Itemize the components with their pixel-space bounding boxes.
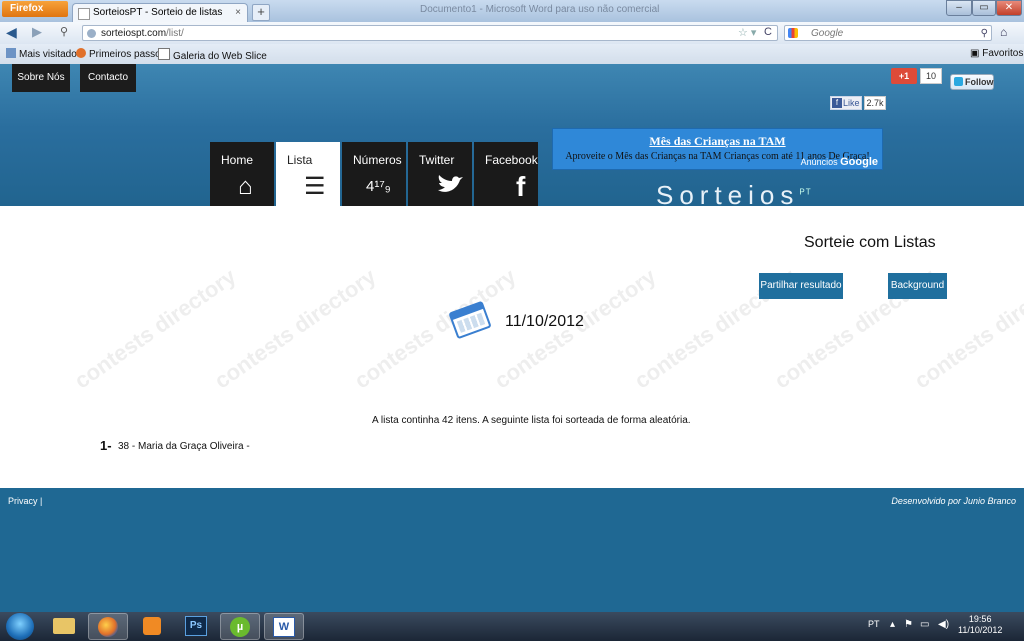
tab-lista[interactable]: Lista ☰: [276, 142, 340, 206]
search-placeholder: Google: [811, 28, 844, 39]
facebook-icon: f: [516, 171, 526, 202]
browser-tab[interactable]: SorteiosPT - Sorteio de listas ×: [72, 3, 248, 22]
twitter-icon: [954, 77, 963, 86]
maximize-button[interactable]: ▭: [972, 0, 996, 16]
back-arrow-icon[interactable]: ◀: [6, 24, 17, 41]
background-button[interactable]: Background: [888, 273, 947, 299]
facebook-like-button[interactable]: f Like: [830, 96, 862, 110]
facebook-like-count: 2.7k: [864, 96, 886, 110]
tab-title: SorteiosPT - Sorteio de listas: [93, 7, 223, 18]
bookmark-most-visited[interactable]: Mais visitados: [6, 48, 82, 60]
google-plus-count: 10: [920, 68, 942, 84]
globe-icon: [87, 29, 96, 38]
tab-close-icon[interactable]: ×: [235, 4, 241, 22]
system-clock[interactable]: 19:56 11/10/2012: [958, 614, 1002, 636]
home-icon: ⌂: [238, 173, 253, 200]
list-icon: ☰: [304, 173, 326, 200]
site-footer: [0, 488, 1024, 612]
search-icon[interactable]: ⚲: [981, 26, 988, 42]
site-identity-icon[interactable]: ⚲: [60, 25, 68, 38]
draw-date: 11/10/2012: [505, 313, 584, 330]
reload-icon[interactable]: C: [764, 26, 772, 38]
google-plus-one-button[interactable]: +1: [891, 68, 917, 84]
tab-facebook-label: Facebook: [485, 153, 538, 167]
favorites-button[interactable]: ▣ Favoritos: [970, 48, 1023, 59]
tab-home[interactable]: Home ⌂: [210, 142, 274, 206]
close-window-button[interactable]: ✕: [996, 0, 1022, 16]
search-input[interactable]: Google ⚲: [784, 25, 992, 41]
developer-credit: Desenvolvido por Junio Branco: [891, 496, 1016, 506]
result-item: 38 - Maria da Graça Oliveira -: [118, 441, 250, 452]
page-icon: [158, 48, 170, 60]
tab-twitter[interactable]: Twitter: [408, 142, 472, 206]
page-favicon-icon: [78, 8, 90, 20]
volume-icon[interactable]: ◀): [938, 619, 949, 630]
explorer-taskbar-icon[interactable]: [44, 613, 84, 640]
numbers-icon: 4¹⁷₉: [366, 178, 391, 195]
about-link[interactable]: Sobre Nós: [12, 64, 70, 92]
tab-facebook[interactable]: Facebook f: [474, 142, 538, 206]
twitter-follow-button[interactable]: Follow: [950, 74, 994, 90]
tab-numeros-label: Números: [353, 153, 402, 167]
ad-label[interactable]: Anúncios Google: [801, 156, 878, 168]
photoshop-taskbar-icon[interactable]: Ps: [176, 613, 216, 640]
minimize-button[interactable]: –: [946, 0, 972, 16]
network-icon[interactable]: ▭: [920, 619, 929, 630]
address-bar[interactable]: sorteiospt.com/list/: [82, 25, 778, 41]
twitter-bird-icon: [436, 174, 464, 203]
action-center-flag-icon[interactable]: ⚑: [904, 619, 913, 630]
bookmarks-folder-icon: [6, 48, 16, 58]
bookmark-getting-started[interactable]: Primeiros passos: [76, 48, 166, 60]
privacy-link[interactable]: Privacy |: [8, 496, 42, 506]
home-icon[interactable]: ⌂: [1000, 25, 1007, 39]
google-ad-banner[interactable]: Mês das Crianças na TAM Aproveite o Mês …: [552, 128, 883, 170]
start-button[interactable]: [6, 613, 34, 640]
firefox-icon: [76, 48, 86, 58]
contact-link[interactable]: Contacto: [80, 64, 136, 92]
language-indicator[interactable]: PT: [868, 619, 880, 629]
bookmark-web-slice-gallery[interactable]: Galeria do Web Slice: [158, 48, 267, 62]
show-hidden-icons-icon[interactable]: ▴: [890, 619, 895, 630]
share-result-button[interactable]: Partilhar resultado: [759, 273, 843, 299]
bookmark-star-icon[interactable]: ☆ ▾: [738, 26, 756, 39]
forward-arrow-icon[interactable]: ▶: [32, 24, 42, 40]
tab-lista-label: Lista: [287, 153, 313, 167]
tab-twitter-label: Twitter: [419, 153, 455, 167]
url-host: sorteiospt.com: [101, 28, 167, 39]
ad-title[interactable]: Mês das Crianças na TAM: [553, 134, 882, 149]
window-title: Documento1 - Microsoft Word para uso não…: [420, 4, 660, 15]
media-player-taskbar-icon[interactable]: [132, 613, 172, 640]
tab-home-label: Home: [221, 153, 254, 167]
page-title: Sorteie com Listas: [804, 234, 936, 251]
utorrent-taskbar-icon[interactable]: µ: [220, 613, 260, 640]
firefox-taskbar-icon[interactable]: [88, 613, 128, 640]
google-icon: [788, 28, 798, 38]
result-rank: 1-: [100, 438, 112, 453]
url-path: /list/: [166, 28, 184, 39]
facebook-icon: f: [832, 98, 842, 108]
word-taskbar-icon[interactable]: W: [264, 613, 304, 640]
tab-numeros[interactable]: Números 4¹⁷₉: [342, 142, 406, 206]
result-summary: A lista continha 42 itens. A seguinte li…: [372, 415, 691, 426]
firefox-menu-button[interactable]: Firefox: [2, 1, 68, 17]
new-tab-button[interactable]: +: [252, 4, 270, 21]
